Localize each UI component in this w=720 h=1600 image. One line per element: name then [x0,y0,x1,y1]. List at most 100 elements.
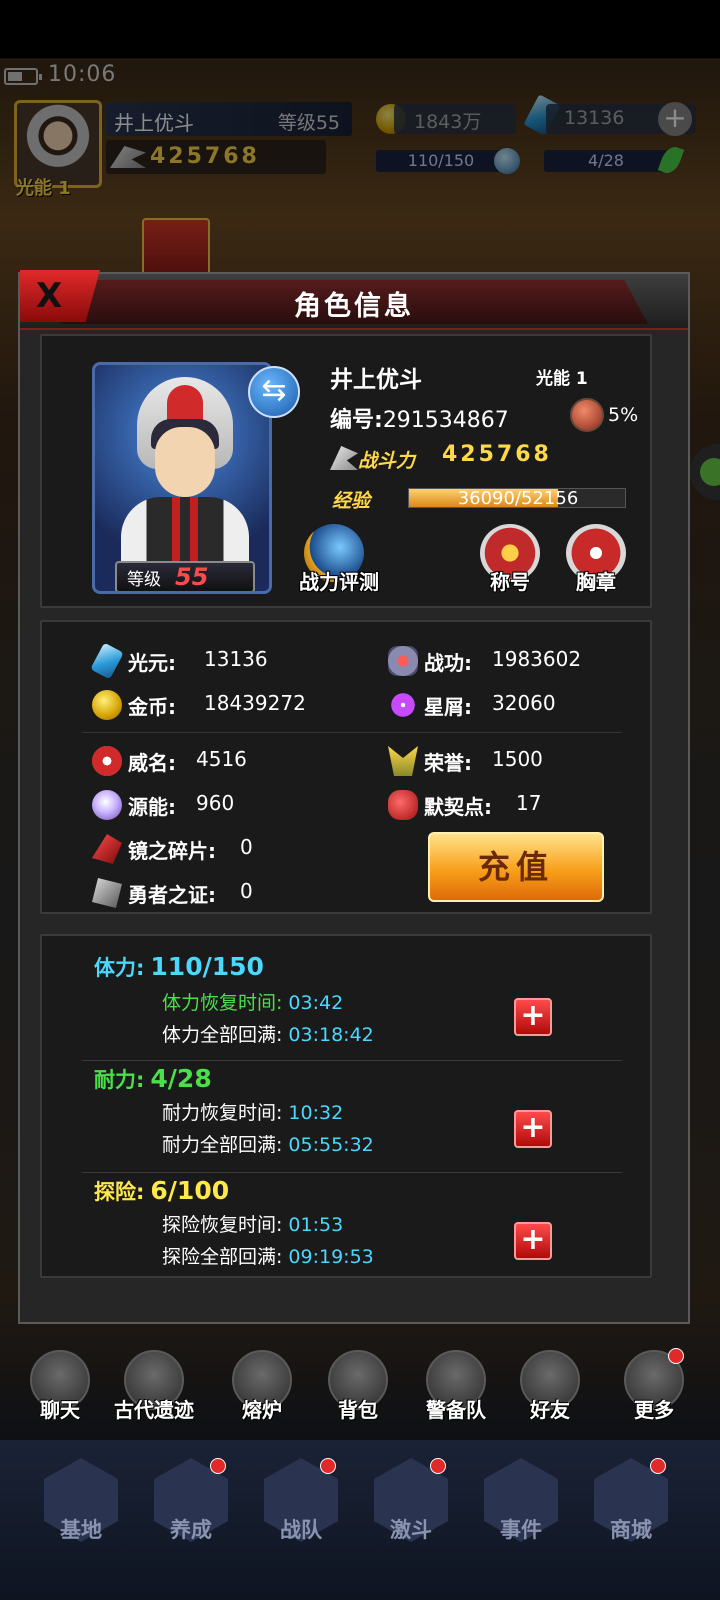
resource-stardust: 星屑: 32060 [388,688,648,722]
resource-value: 960 [196,791,235,815]
modal-header: 角色信息 [20,274,688,330]
menu-chat[interactable]: 聊天 [20,1346,100,1426]
profile-panel: 等级 55 ⇆ 井上优斗 光能 1 编号:291534867 5% 战斗力 425… [40,334,652,608]
swap-character-button[interactable]: ⇆ [248,366,300,418]
menu-friends[interactable]: 好友 [510,1346,590,1426]
gem-icon [90,642,124,680]
wing-icon [330,446,358,470]
stamina-label: 体力: [94,956,145,980]
exp-label: 经验 [332,490,371,512]
endurance-label: 耐力: [94,1068,145,1092]
menu-more[interactable]: 更多 [614,1346,694,1426]
title-button[interactable]: 称号 [470,524,550,594]
stamina-full-label: 体力全部回满: [162,1024,283,1046]
resource-fame: 威名: 4516 [92,744,372,778]
menu-label: 更多 [634,1398,674,1422]
menu-label: 聊天 [40,1398,80,1422]
divider [82,1060,622,1061]
profile-shine: 光能 1 [536,369,588,389]
menu-furnace[interactable]: 熔炉 [222,1346,302,1426]
explore-block: 探险: 6/100 探险恢复时间: 01:53 探险全部回满: 09:19:53 + [94,1176,614,1286]
add-endurance-button[interactable]: + [514,1110,552,1148]
rate-value: 5% [608,404,639,426]
honor-badge-icon [388,746,418,776]
explore-recover-time: 01:53 [288,1214,344,1236]
notification-dot [430,1458,446,1474]
notification-dot [668,1348,684,1364]
resource-value: 17 [516,791,542,815]
explore-header: 探险: 6/100 [94,1176,229,1206]
level-value: 55 [175,563,209,591]
badge-button[interactable]: 胸章 [556,524,636,594]
resource-gem: 光元: 13136 [90,642,372,680]
endurance-full-time: 05:55:32 [288,1134,374,1156]
resource-label: 源能: [128,795,176,819]
endurance-full-line: 耐力全部回满: 05:55:32 [162,1130,374,1157]
bottom-navigation: 基地 养成 战队 激斗 事件 商城 [0,1440,720,1600]
nav-battle[interactable]: 激斗 [356,1458,466,1578]
stamina-recover-time: 03:42 [288,992,344,1014]
notification-dot [210,1458,226,1474]
menu-label: 古代遗迹 [114,1398,194,1422]
power-eval-button[interactable]: 战力评测 [294,524,384,594]
resource-value: 18439272 [204,691,306,715]
menu-label: 熔炉 [242,1398,282,1422]
endurance-value: 4/28 [150,1064,212,1093]
add-stamina-button[interactable]: + [514,998,552,1036]
nav-base[interactable]: 基地 [26,1458,136,1578]
explore-recover-line: 探险恢复时间: 01:53 [162,1210,343,1237]
modal-title: 角色信息 [294,291,414,322]
nav-shop[interactable]: 商城 [576,1458,686,1578]
add-explore-button[interactable]: + [514,1222,552,1260]
explore-full-line: 探险全部回满: 09:19:53 [162,1242,374,1269]
stamina-block: 体力: 110/150 体力恢复时间: 03:42 体力全部回满: 03:18:42 … [94,952,614,1062]
notification-dot [650,1458,666,1474]
explore-full-time: 09:19:53 [288,1246,374,1268]
divider [82,1172,622,1173]
resource-label: 战功: [424,651,472,675]
rate-icon [570,398,604,432]
resource-coin: 金币: 18439272 [92,688,372,722]
divider [82,732,622,733]
function-menu: 聊天 古代遗迹 熔炉 背包 警备队 好友 更多 [0,1346,720,1426]
badge-label: 胸章 [576,570,616,594]
id-label: 编号: [330,408,383,433]
stamina-full-line: 体力全部回满: 03:18:42 [162,1020,374,1047]
nav-events[interactable]: 事件 [466,1458,576,1578]
resource-label: 勇者之证: [128,883,216,907]
portrait-level-badge: 等级 55 [115,561,255,591]
nav-label: 基地 [60,1518,102,1542]
resource-value: 13136 [204,647,268,671]
resource-energy: 源能: 960 [92,788,372,822]
stamina-panel: 体力: 110/150 体力恢复时间: 03:42 体力全部回满: 03:18:42 … [40,934,652,1278]
exp-progress-bar: 36090/52156 [408,488,626,509]
resource-value: 32060 [492,691,556,715]
resource-label: 星屑: [424,695,472,719]
stamina-full-time: 03:18:42 [288,1024,374,1046]
nav-develop[interactable]: 养成 [136,1458,246,1578]
resource-label: 默契点: [424,795,492,819]
power-eval-label: 战力评测 [299,570,379,594]
energy-orb-icon [92,790,122,820]
explore-label: 探险: [94,1180,145,1204]
menu-backpack[interactable]: 背包 [318,1346,398,1426]
nav-label: 事件 [500,1518,542,1542]
menu-label: 警备队 [426,1398,486,1422]
notification-dot [320,1458,336,1474]
resource-label: 荣誉: [424,751,472,775]
nav-team[interactable]: 战队 [246,1458,356,1578]
resource-honor: 荣誉: 1500 [388,744,648,778]
resource-merit: 战功: 1983602 [388,644,648,678]
coin-icon [92,690,122,720]
resource-label: 镜之碎片: [128,839,216,863]
endurance-recover-line: 耐力恢复时间: 10:32 [162,1098,343,1125]
resource-pact: 默契点: 17 [388,788,648,822]
title-label: 称号 [490,570,530,594]
recharge-button[interactable]: 充值 [428,832,604,902]
menu-ancient-ruins[interactable]: 古代遗迹 [114,1346,194,1426]
mirror-shard-icon [92,834,122,864]
explore-value: 6/100 [150,1176,230,1205]
exp-text: 36090/52156 [457,488,579,509]
menu-guard[interactable]: 警备队 [416,1346,496,1426]
endurance-block: 耐力: 4/28 耐力恢复时间: 10:32 耐力全部回满: 05:55:32 + [94,1064,614,1174]
